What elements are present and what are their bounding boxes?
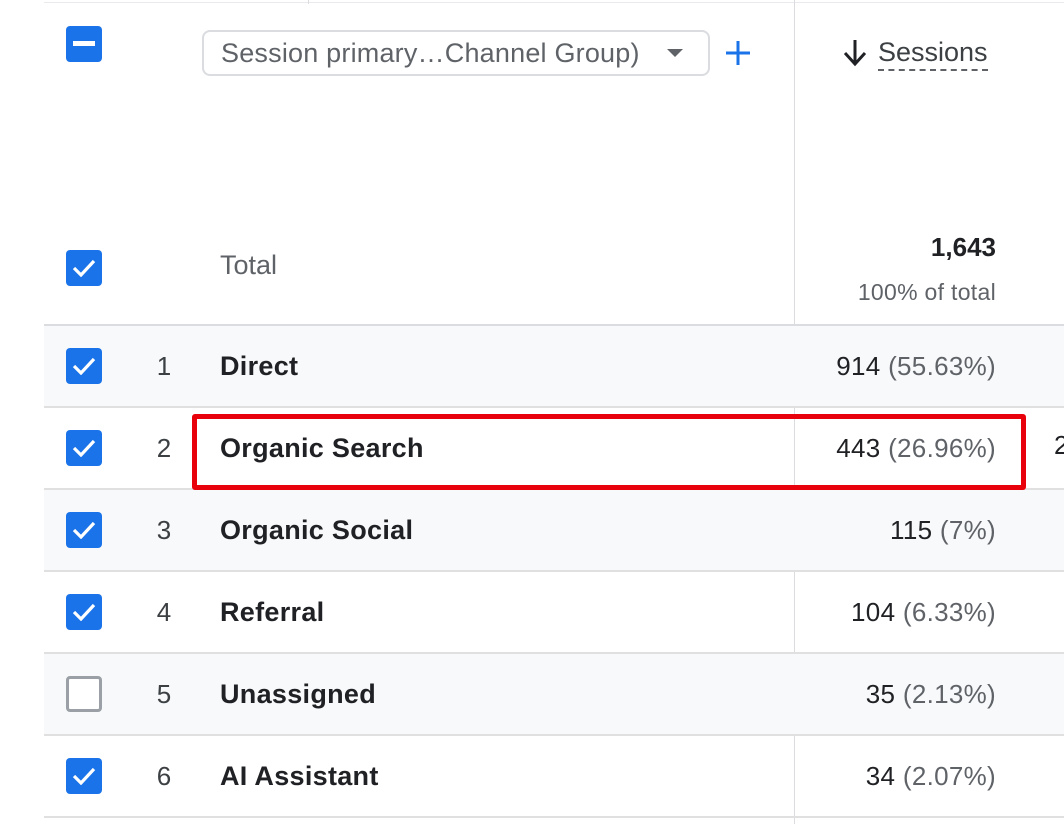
sessions-value: 34 — [865, 761, 896, 791]
row-rank: 6 — [156, 761, 172, 791]
table-row[interactable]: 5 Unassigned 35 (2.13%) — [44, 654, 1064, 736]
sessions-header-label: Sessions — [878, 36, 988, 71]
sessions-cell: 115 (7%) — [890, 490, 996, 570]
sessions-value: 35 — [865, 679, 896, 709]
arrow-down-icon — [843, 40, 867, 67]
total-row-checkbox[interactable] — [66, 250, 102, 286]
check-icon — [72, 521, 96, 539]
row-rank: 3 — [156, 515, 172, 545]
clipped-next-column-value: 2 — [1054, 430, 1064, 460]
sessions-percent: (7%) — [939, 515, 996, 545]
sessions-cell: 104 (6.33%) — [851, 572, 996, 652]
minus-icon — [73, 41, 95, 46]
row-checkbox[interactable] — [66, 430, 102, 466]
row-checkbox[interactable] — [66, 512, 102, 548]
add-dimension-button[interactable] — [720, 30, 756, 76]
column-separator-stub — [308, 0, 309, 4]
sessions-percent: (6.33%) — [902, 597, 996, 627]
sessions-percent: (2.13%) — [902, 679, 996, 709]
table-row[interactable]: 2 Organic Search 443 (26.96%) — [44, 408, 1064, 490]
plus-icon — [726, 41, 750, 65]
sessions-cell: 914 (55.63%) — [836, 326, 996, 406]
channel-name: Direct — [220, 351, 299, 381]
table-row[interactable]: 6 AI Assistant 34 (2.07%) — [44, 736, 1064, 818]
sessions-percent: (26.96%) — [888, 433, 996, 463]
table-row[interactable]: 4 Referral 104 (6.33%) — [44, 572, 1064, 654]
channel-name: Organic Search — [220, 433, 424, 463]
sessions-cell: 35 (2.13%) — [866, 654, 996, 734]
sessions-column-header[interactable]: Sessions — [842, 30, 988, 76]
dimension-dropdown-label: Session primary…Channel Group) — [221, 37, 640, 68]
channel-name: AI Assistant — [220, 761, 379, 791]
sessions-value: 914 — [836, 351, 881, 381]
table-row[interactable]: 1 Direct 914 (55.63%) — [44, 326, 1064, 408]
channel-name: Referral — [220, 597, 325, 627]
sessions-cell: 443 (26.96%) — [836, 408, 996, 488]
sessions-percent: (55.63%) — [888, 351, 996, 381]
channel-name: Organic Social — [220, 515, 414, 545]
sessions-percent: (2.07%) — [902, 761, 996, 791]
check-icon — [72, 439, 96, 457]
table-row[interactable]: 3 Organic Social 115 (7%) — [44, 490, 1064, 572]
sessions-value: 104 — [851, 597, 896, 627]
sessions-value: 115 — [890, 515, 933, 545]
row-checkbox[interactable] — [66, 594, 102, 630]
total-percent: 100% of total — [857, 279, 996, 305]
total-label: Total — [220, 250, 278, 280]
check-icon — [72, 767, 96, 785]
row-checkbox[interactable] — [66, 348, 102, 384]
sessions-value: 443 — [836, 433, 881, 463]
check-icon — [72, 603, 96, 621]
row-rank: 5 — [156, 679, 172, 709]
chevron-down-icon — [667, 49, 683, 57]
channel-name: Unassigned — [220, 679, 377, 709]
sessions-cell: 34 (2.07%) — [866, 736, 996, 816]
row-rank: 1 — [156, 351, 172, 381]
table-top-border — [44, 2, 1064, 3]
row-checkbox[interactable] — [66, 758, 102, 794]
row-checkbox[interactable] — [66, 676, 102, 712]
row-rank: 2 — [156, 433, 172, 463]
check-icon — [72, 357, 96, 375]
total-sessions-value: 1,643 — [930, 232, 996, 262]
row-rank: 4 — [156, 597, 172, 627]
select-all-checkbox[interactable] — [66, 26, 102, 62]
check-icon — [72, 259, 96, 277]
dimension-dropdown[interactable]: Session primary…Channel Group) — [202, 30, 710, 76]
